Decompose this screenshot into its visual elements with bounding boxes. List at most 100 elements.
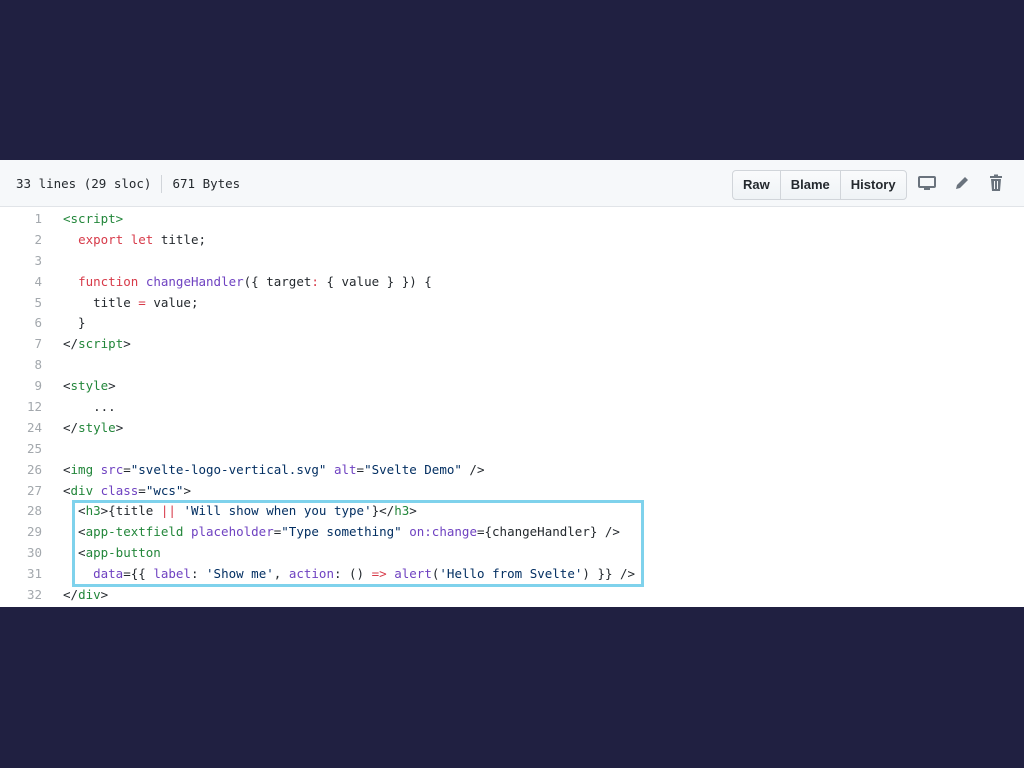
code-token: "svelte-logo-vertical.svg" — [130, 461, 327, 477]
code-token: "Type something" — [281, 524, 402, 540]
line-content: export let title; — [63, 230, 206, 251]
code-token: placeholder — [190, 524, 274, 540]
code-token: 'Hello from Svelte' — [439, 566, 583, 582]
code-token: function — [78, 273, 139, 289]
code-view: 1 <script> 2 export let title; 3 4 function … — [0, 209, 1024, 606]
code-line: 6 } — [0, 313, 1024, 334]
code-line: 7 </script> — [0, 334, 1024, 355]
line-number[interactable]: 5 — [0, 293, 42, 314]
code-token: > — [100, 587, 109, 603]
line-number[interactable]: 6 — [0, 313, 42, 334]
code-token: > — [115, 419, 124, 435]
code-token: app-textfield — [85, 524, 184, 540]
file-info-divider — [161, 174, 163, 193]
code-token: }</ — [371, 503, 395, 519]
code-line: 5 title = value; — [0, 293, 1024, 314]
line-number[interactable]: 31 — [0, 564, 42, 585]
code-line: 29 <app-textfield placeholder="Type some… — [0, 522, 1024, 543]
code-token: value; — [145, 294, 199, 310]
lines-info: 33 lines (29 sloc) — [16, 176, 152, 191]
code-token: } — [63, 315, 86, 331]
code-token: src — [100, 461, 124, 477]
code-token: <script> — [63, 211, 124, 226]
line-content: <img src="svelte-logo-vertical.svg" alt=… — [63, 460, 484, 481]
code-token: alt — [333, 461, 357, 477]
code-line: 3 — [0, 251, 1024, 272]
code-token: > — [108, 378, 116, 394]
code-token: "Svelte Demo" — [364, 461, 462, 477]
line-number[interactable]: 4 — [0, 272, 42, 293]
code-token: < — [63, 482, 71, 498]
line-number[interactable]: 28 — [0, 501, 42, 522]
line-content: <script> — [63, 209, 123, 230]
code-token: let — [130, 231, 154, 247]
line-content: ... — [63, 397, 116, 418]
code-token: = — [356, 461, 365, 477]
line-number[interactable]: 29 — [0, 522, 42, 543]
line-number[interactable]: 2 — [0, 230, 42, 251]
code-line: 2 export let title; — [0, 230, 1024, 251]
code-token: title — [63, 294, 139, 310]
code-token: on:change — [409, 524, 477, 540]
line-number[interactable]: 1 — [0, 209, 42, 230]
desktop-icon[interactable] — [917, 173, 937, 193]
code-token: class — [100, 482, 139, 498]
line-number[interactable]: 3 — [0, 251, 42, 272]
code-token: : — [190, 566, 207, 582]
line-number[interactable]: 24 — [0, 418, 42, 439]
code-token: < — [63, 545, 86, 561]
code-token: div — [70, 482, 94, 498]
line-content: </script> — [63, 334, 131, 355]
code-line: 24 </style> — [0, 418, 1024, 439]
code-line: 32 </div> — [0, 585, 1024, 606]
code-token: ={{ — [123, 566, 154, 582]
code-token: ({ target — [243, 273, 312, 289]
line-content: function changeHandler({ target: { value… — [63, 272, 432, 293]
code-token: data — [93, 566, 124, 582]
line-content: <h3>{title || 'Will show when you type'}… — [63, 501, 417, 522]
code-token: : — [311, 273, 319, 289]
pencil-icon[interactable] — [952, 173, 972, 193]
line-number[interactable]: 12 — [0, 397, 42, 418]
code-token: title; — [153, 231, 207, 247]
code-line: 30 <app-button — [0, 543, 1024, 564]
line-number[interactable]: 32 — [0, 585, 42, 606]
line-number[interactable]: 30 — [0, 543, 42, 564]
trash-icon[interactable] — [986, 173, 1006, 193]
code-line: 4 function changeHandler({ target: { val… — [0, 272, 1024, 293]
raw-button[interactable]: Raw — [733, 171, 780, 199]
code-line: 9 <style> — [0, 376, 1024, 397]
line-content: <style> — [63, 376, 116, 397]
code-token: label — [153, 566, 191, 582]
code-line: 31 data={{ label: 'Show me', action: () … — [0, 564, 1024, 585]
code-token: , — [273, 566, 289, 582]
history-button[interactable]: History — [839, 171, 906, 199]
line-number[interactable]: 26 — [0, 460, 42, 481]
code-token: 'Will show when you type' — [183, 503, 372, 519]
file-viewer-panel: 33 lines (29 sloc) 671 Bytes Raw Blame H… — [0, 160, 1024, 607]
code-token: < — [63, 378, 71, 394]
line-number[interactable]: 9 — [0, 376, 42, 397]
code-line: 1 <script> — [0, 209, 1024, 230]
line-number[interactable]: 25 — [0, 439, 42, 460]
code-line: 12 ... — [0, 397, 1024, 418]
blame-button[interactable]: Blame — [779, 171, 840, 199]
code-token: >{title — [100, 503, 161, 519]
code-token: > — [183, 482, 191, 498]
line-number[interactable]: 27 — [0, 481, 42, 502]
line-content: data={{ label: 'Show me', action: () => … — [63, 564, 635, 585]
line-number[interactable]: 8 — [0, 355, 42, 376]
code-token: > — [409, 503, 417, 519]
code-token: = — [138, 482, 146, 498]
code-token: </ — [63, 336, 79, 352]
code-token: h3 — [85, 503, 101, 519]
line-number[interactable]: 7 — [0, 334, 42, 355]
code-token: ={changeHandler} /> — [476, 524, 620, 540]
code-token: /> — [461, 461, 485, 477]
